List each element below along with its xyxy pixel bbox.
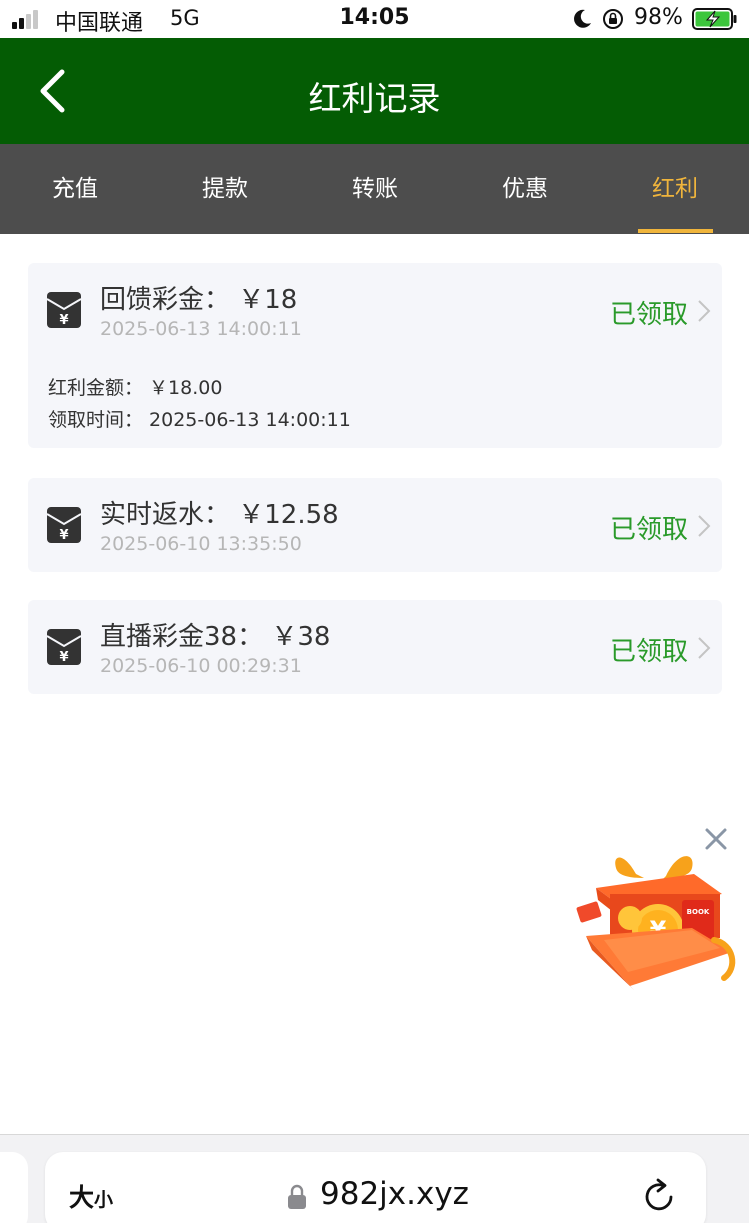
tab-deposit[interactable]: 充值	[0, 144, 150, 234]
record-status: 已领取	[609, 300, 688, 330]
active-tab-indicator	[638, 229, 713, 233]
record-status: 已领取	[609, 515, 688, 545]
record-title: 实时返水： ￥12.58	[100, 500, 339, 530]
lock-icon	[288, 1184, 306, 1209]
gift-box-icon[interactable]: ¥ BOOK	[574, 848, 740, 990]
tab-transfer[interactable]: 转账	[300, 144, 450, 234]
svg-text:BOOK: BOOK	[687, 908, 710, 916]
address-bar[interactable]: 大小 982jx.xyz	[45, 1152, 706, 1223]
reload-icon[interactable]	[643, 1177, 677, 1213]
page-title: 红利记录	[308, 79, 441, 118]
chevron-right-icon	[698, 300, 711, 322]
record-time: 2025-06-10 00:29:31	[100, 655, 302, 677]
bonus-record-card[interactable]: ¥ 实时返水： ￥12.58 2025-06-10 13:35:50 已领取	[28, 478, 722, 572]
red-envelope-icon: ¥	[46, 292, 82, 328]
chevron-right-icon	[698, 515, 711, 537]
bonus-record-card[interactable]: ¥ 直播彩金38： ￥38 2025-06-10 00:29:31 已领取	[28, 600, 722, 694]
record-time: 2025-06-10 13:35:50	[100, 533, 302, 555]
chevron-right-icon	[698, 637, 711, 659]
app-header: 红利记录	[0, 38, 749, 144]
rotation-lock-icon	[603, 9, 623, 29]
record-tabs: 充值 提款 转账 优惠 红利	[0, 144, 749, 234]
bonus-records-page: 中国联通 5G 14:05 98% 红利记录 充值 提款 转账 优惠 红利 ¥ …	[0, 0, 749, 1223]
red-envelope-icon: ¥	[46, 629, 82, 665]
record-title: 直播彩金38： ￥38	[100, 622, 331, 652]
svg-text:¥: ¥	[59, 528, 68, 543]
previous-tab-pill[interactable]	[0, 1152, 28, 1223]
record-detail-claim-time: 领取时间： 2025-06-13 14:00:11	[48, 409, 351, 431]
bonus-record-card[interactable]: ¥ 回馈彩金： ￥18 2025-06-13 14:00:11 已领取 红利金额…	[28, 263, 722, 448]
record-title: 回馈彩金： ￥18	[100, 285, 298, 315]
record-status: 已领取	[609, 637, 688, 667]
record-detail-amount: 红利金额： ￥18.00	[48, 377, 223, 399]
url-text: 982jx.xyz	[320, 1176, 469, 1212]
tab-bonus[interactable]: 红利	[600, 144, 749, 234]
text-size-button[interactable]: 大小	[69, 1178, 113, 1214]
moon-icon	[574, 9, 591, 28]
red-envelope-icon: ¥	[46, 507, 82, 543]
status-bar: 中国联通 5G 14:05 98%	[0, 0, 749, 38]
svg-text:¥: ¥	[59, 650, 68, 665]
record-time: 2025-06-13 14:00:11	[100, 318, 302, 340]
tab-promotion[interactable]: 优惠	[450, 144, 600, 234]
svg-text:¥: ¥	[59, 313, 68, 328]
browser-toolbar: 大小 982jx.xyz	[0, 1134, 749, 1223]
battery-icon	[692, 8, 737, 30]
battery-percent: 98%	[634, 5, 683, 30]
tab-withdraw[interactable]: 提款	[150, 144, 300, 234]
